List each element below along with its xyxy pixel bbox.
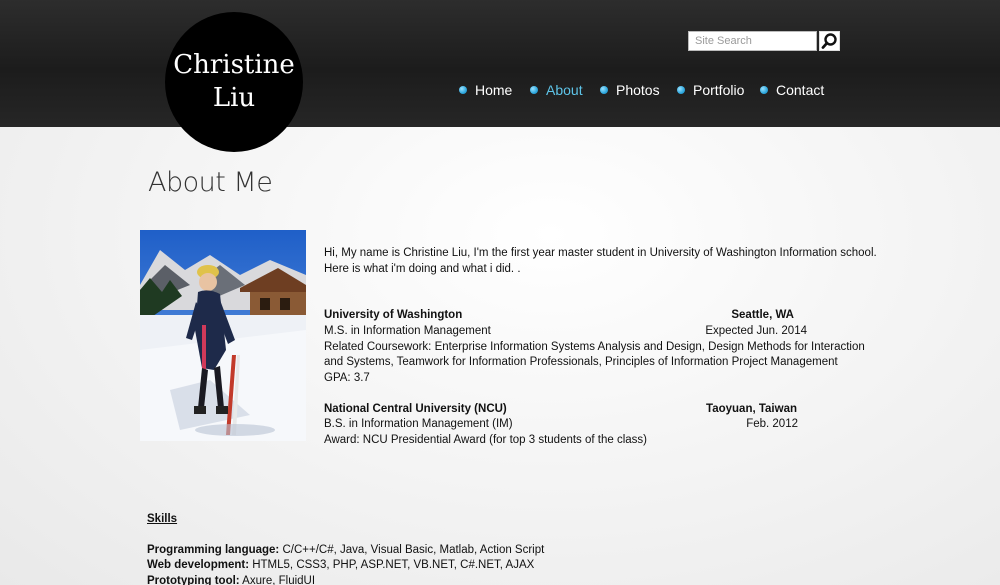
circle-bullet-icon xyxy=(760,86,768,94)
circle-bullet-icon xyxy=(600,86,608,94)
school-name: University of Washington xyxy=(324,309,463,321)
skill-label: Web development: xyxy=(147,559,250,571)
skill-label: Programming language: xyxy=(147,544,280,556)
nav-about[interactable]: About xyxy=(530,81,583,99)
skill-value: C/C++/C#, Java, Visual Basic, Matlab, Ac… xyxy=(279,544,545,556)
gpa-text: GPA: 3.7 xyxy=(324,372,370,384)
school-location: Seattle, WA xyxy=(731,309,794,321)
coursework-line-2: and Systems, Teamwork for Information Pr… xyxy=(324,356,838,368)
nav-contact[interactable]: Contact xyxy=(760,81,824,99)
logo-first-name: Christine xyxy=(173,50,295,80)
skill-label: Prototyping tool: xyxy=(147,575,240,585)
nav-portfolio[interactable]: Portfolio xyxy=(677,81,744,99)
skills-heading: Skills xyxy=(147,513,178,525)
skill-line: Programming language: C/C++/C#, Java, Vi… xyxy=(147,544,544,556)
nav-about-label: About xyxy=(546,82,583,98)
degree-text: B.S. in Information Management (IM) xyxy=(324,418,513,430)
skill-value: HTML5, CSS3, PHP, ASP.NET, VB.NET, C#.NE… xyxy=(249,559,535,571)
circle-bullet-icon xyxy=(677,86,685,94)
degree-date: Expected Jun. 2014 xyxy=(705,325,807,337)
search-button[interactable] xyxy=(819,31,840,51)
skill-line: Web development: HTML5, CSS3, PHP, ASP.N… xyxy=(147,559,534,571)
degree-date: Feb. 2012 xyxy=(746,418,798,430)
nav-portfolio-label: Portfolio xyxy=(693,82,745,98)
skill-line: Prototyping tool: Axure, FluidUI xyxy=(147,575,315,585)
circle-bullet-icon xyxy=(459,86,467,94)
nav-contact-label: Contact xyxy=(776,82,825,98)
school-name: National Central University (NCU) xyxy=(324,403,507,415)
profile-photo xyxy=(140,230,306,441)
award-text: Award: NCU Presidential Award (for top 3… xyxy=(324,434,648,446)
site-header: Home About Photos Portfolio Contact xyxy=(0,0,1000,127)
coursework-line-1: Related Coursework: Enterprise Informati… xyxy=(324,341,865,353)
site-logo[interactable]: Christine Liu xyxy=(165,12,303,152)
circle-bullet-icon xyxy=(530,86,538,94)
search-input[interactable] xyxy=(688,31,817,51)
intro-line-1: Hi, My name is Christine Liu, I'm the fi… xyxy=(324,247,877,259)
degree-text: M.S. in Information Management xyxy=(324,325,491,337)
skill-value: Axure, FluidUI xyxy=(239,575,316,585)
nav-photos[interactable]: Photos xyxy=(600,81,660,99)
intro-text: Hi, My name is Christine Liu, I'm the fi… xyxy=(324,246,884,277)
nav-home[interactable]: Home xyxy=(459,81,512,99)
school-location: Taoyuan, Taiwan xyxy=(706,403,797,415)
nav-home-label: Home xyxy=(475,82,513,98)
intro-line-2: Here is what i'm doing and what i did. . xyxy=(324,262,521,275)
magnifier-icon xyxy=(821,33,837,49)
nav-photos-label: Photos xyxy=(616,82,660,98)
logo-last-name: Liu xyxy=(212,83,256,113)
page-title: About Me xyxy=(148,167,273,198)
